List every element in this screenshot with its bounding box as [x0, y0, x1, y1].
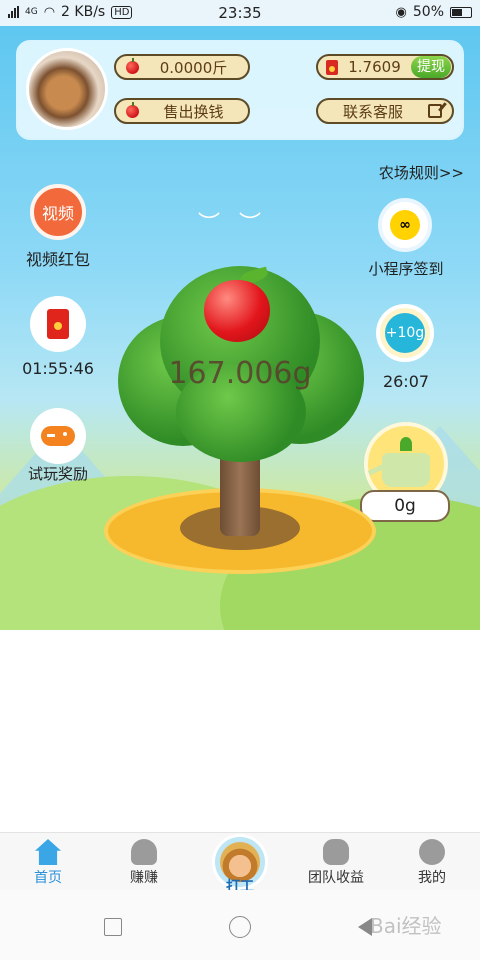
apple-icon	[126, 57, 139, 74]
video-button[interactable]: 视频	[30, 184, 86, 240]
mini-program-sign-label: 小程序签到	[368, 260, 444, 278]
nav-me-label: 我的	[418, 870, 446, 886]
home-button[interactable]	[229, 916, 251, 938]
nav-home[interactable]: 首页	[0, 833, 96, 891]
service-label: 联系客服	[342, 102, 403, 121]
battery-percent: 50%	[412, 4, 444, 20]
edit-icon	[428, 104, 442, 118]
apple-balance-value: 0.0000斤	[159, 58, 228, 77]
nav-home-label: 首页	[34, 870, 62, 886]
person-icon	[419, 839, 445, 865]
status-bar: 4G ◠ 2 KB/s HD 23:35 ◉ 50%	[0, 0, 480, 26]
trial-reward-label: 试玩奖励	[27, 465, 88, 483]
system-nav: Bai经验	[0, 890, 480, 960]
mini-program-icon: ∞	[390, 210, 420, 240]
lock-rotation-icon: ◉	[395, 4, 407, 20]
gamepad-icon	[41, 426, 75, 446]
mini-program-button[interactable]: ∞	[378, 198, 432, 252]
nav-team-income[interactable]: 团队收益	[288, 833, 384, 891]
apple-icon	[126, 101, 139, 118]
tree-weight: 167.006g	[168, 356, 312, 391]
nav-earn-label: 赚赚	[130, 870, 158, 886]
water-drop-value: +10g	[385, 313, 425, 353]
red-envelope-icon	[326, 59, 338, 75]
trial-game-button[interactable]	[30, 408, 86, 464]
money-bag-icon	[323, 839, 349, 865]
watermark: Bai经验	[370, 914, 442, 938]
farm-scene: 0.0000斤 售出换钱 1.7609 提现 联系客服 农场规则>> ︶ ︶ 视…	[0, 26, 480, 630]
users-icon	[131, 839, 157, 865]
nav-earn[interactable]: 赚赚	[96, 833, 192, 891]
red-packet-icon	[47, 309, 69, 339]
farm-rules-link[interactable]: 农场规则>>	[379, 162, 464, 183]
nav-me[interactable]: 我的	[384, 833, 480, 891]
birds-decoration: ︶ ︶	[198, 212, 267, 237]
contact-service-button[interactable]: 联系客服	[316, 98, 454, 124]
nav-team-income-label: 团队收益	[308, 870, 364, 886]
video-icon-text: 视频	[41, 204, 74, 223]
water-amount: 0g	[360, 490, 450, 522]
status-right: ◉ 50%	[396, 4, 472, 20]
withdraw-button[interactable]: 提现	[411, 56, 451, 78]
apple-icon[interactable]	[204, 280, 270, 342]
home-icon	[35, 839, 61, 865]
water-drop-button[interactable]: +10g	[376, 304, 434, 362]
cash-balance: 1.7609 提现	[316, 54, 454, 80]
battery-icon	[450, 6, 472, 18]
recent-apps-button[interactable]	[104, 918, 122, 936]
avatar[interactable]	[26, 48, 108, 130]
sell-label: 售出换钱	[163, 102, 224, 121]
watering-can-icon	[382, 437, 430, 487]
red-packet-button[interactable]	[30, 296, 86, 352]
cash-value: 1.7609	[348, 58, 401, 76]
profile-panel: 0.0000斤 售出换钱 1.7609 提现 联系客服	[16, 40, 464, 140]
sell-button[interactable]: 售出换钱	[114, 98, 250, 124]
apple-balance: 0.0000斤	[114, 54, 250, 80]
video-red-packet-label: 视频红包	[25, 250, 90, 269]
